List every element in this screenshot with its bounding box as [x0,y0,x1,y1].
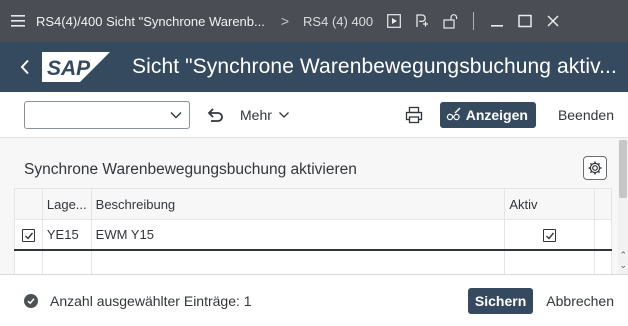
sap-logo: SAP [42,52,110,82]
printer-icon [405,106,422,123]
cell-lagerort[interactable]: YE15 [41,219,92,251]
scroll-down-icon[interactable]: ⌄ [619,260,627,271]
aktiv-checkbox[interactable] [543,228,557,242]
vertical-scrollbar[interactable]: ⌃ ⌄ [618,138,628,274]
save-button[interactable]: Sichern [467,287,534,314]
gear-icon [588,161,602,175]
status-message: Anzahl ausgewählter Einträge: 1 [50,292,252,309]
checkmark-icon [546,232,555,240]
data-table: Lage... Beschreibung Aktiv YE15 EWM Y15 [14,188,612,280]
breadcrumb-separator: > [280,13,290,29]
footer-bar: Anzahl ausgewählter Einträge: 1 Sichern … [0,274,628,326]
more-menu-button[interactable]: Mehr [240,107,290,123]
column-header-lagerort[interactable]: Lage... [41,188,92,220]
chevron-down-icon [278,111,289,118]
row-selector[interactable] [14,219,43,251]
table-row[interactable]: YE15 EWM Y15 [14,219,612,251]
divider [473,12,475,30]
table-settings-button[interactable] [583,156,607,180]
back-button[interactable] [0,42,30,92]
cell-filler [594,219,612,251]
column-header-aktiv[interactable]: Aktiv [504,188,596,220]
select-all-cell[interactable] [14,188,43,220]
print-button[interactable] [404,105,424,125]
svg-text:SAP: SAP [47,57,91,80]
row-select-checkbox[interactable] [21,228,35,242]
undo-icon [207,107,223,122]
minimize-icon[interactable] [488,12,506,30]
display-label: Anzeigen [465,106,528,123]
cell-beschreibung[interactable]: EWM Y15 [90,219,506,251]
maximize-icon[interactable] [516,12,534,30]
undo-button[interactable] [206,105,226,125]
cancel-button[interactable]: Abbrechen [546,293,614,309]
column-header-beschreibung[interactable]: Beschreibung [90,188,506,220]
column-header-filler [594,188,612,220]
window-title: RS4(4)/400 Sicht "Synchrone Warenb... [36,13,265,29]
hamburger-menu-icon[interactable] [0,15,36,27]
unlock-icon[interactable] [441,12,459,30]
success-icon [24,293,38,308]
page-title: Sicht "Synchrone Warenbewegungsbuchung a… [132,55,617,78]
table-header-row: Lage... Beschreibung Aktiv [14,188,612,220]
content-area: Synchrone Warenbewegungsbuchung aktivier… [0,138,628,280]
chevron-left-icon [20,59,29,75]
glasses-pencil-icon [446,107,461,120]
system-label: RS4 (4) 400 [303,13,374,29]
panel-title: Synchrone Warenbewegungsbuchung aktivier… [24,161,357,178]
shell-header: SAP Sicht "Synchrone Warenbewegungsbuchu… [0,42,628,92]
command-combobox[interactable] [24,100,190,129]
checkmark-icon [24,232,33,240]
parking-icon[interactable] [413,12,431,30]
exit-button[interactable]: Beenden [558,107,614,123]
more-label: Mehr [240,106,272,123]
toolbar: Mehr Anzeigen Beenden [0,92,628,138]
play-icon[interactable] [385,12,403,30]
window-titlebar: RS4(4)/400 Sicht "Synchrone Warenb... > … [0,0,628,42]
chevron-down-icon [170,111,182,118]
display-button[interactable]: Anzeigen [439,101,536,128]
scrollbar-thumb[interactable] [619,140,627,198]
close-icon[interactable] [544,12,562,30]
cell-aktiv[interactable] [504,219,596,251]
